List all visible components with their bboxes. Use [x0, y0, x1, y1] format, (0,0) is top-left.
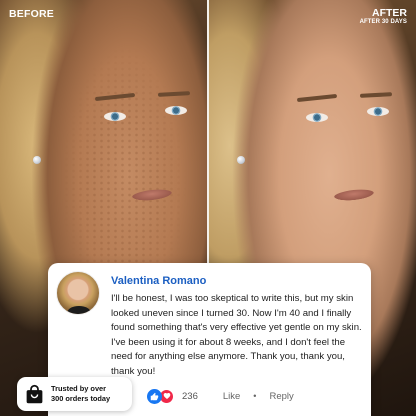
trust-text: Trusted by over 300 orders today: [51, 384, 110, 405]
separator-dot: •: [253, 391, 257, 401]
eye: [104, 112, 126, 121]
trust-badge: Trusted by over 300 orders today: [17, 377, 132, 411]
review-text: I'll be honest, I was too skeptical to w…: [111, 293, 362, 377]
eye: [367, 107, 389, 116]
eye: [306, 113, 328, 122]
avatar[interactable]: [56, 271, 100, 315]
earring: [237, 156, 245, 164]
before-label: BEFORE: [9, 8, 54, 20]
review-reactions: 236 Like • Reply: [147, 388, 294, 404]
shopping-bag-icon: [24, 384, 45, 405]
reaction-count: 236: [182, 390, 198, 402]
eye: [165, 106, 187, 115]
earring: [33, 156, 41, 164]
after-sublabel: AFTER 30 DAYS: [359, 19, 407, 25]
after-label: AFTER: [372, 7, 407, 19]
review-author[interactable]: Valentina Romano: [111, 275, 206, 287]
reply-button[interactable]: Reply: [269, 391, 293, 402]
trust-line-1: Trusted by over: [51, 383, 107, 393]
trust-line-2: 300 orders today: [51, 394, 111, 403]
like-button[interactable]: Like: [223, 391, 240, 402]
thumbs-up-icon[interactable]: [147, 388, 162, 404]
avatar-shirt: [67, 306, 91, 314]
